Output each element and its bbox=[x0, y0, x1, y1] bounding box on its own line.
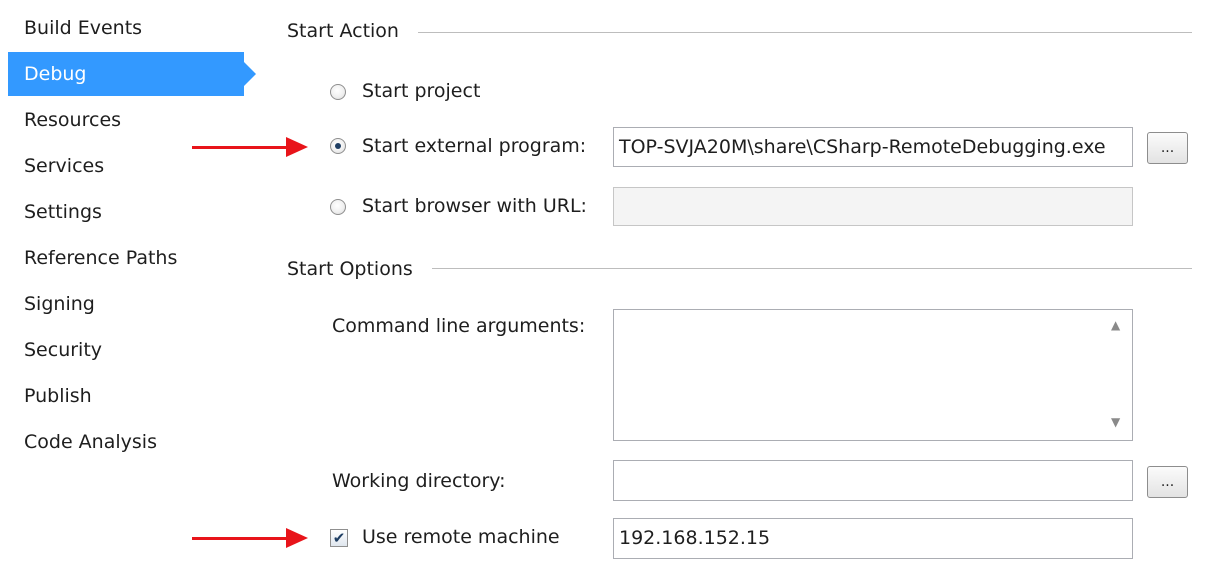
sidebar-item-label: Publish bbox=[24, 385, 92, 407]
start-browser-label[interactable]: Start browser with URL: bbox=[362, 195, 587, 217]
sidebar-item-label: Code Analysis bbox=[24, 431, 157, 453]
sidebar-item-label: Debug bbox=[24, 63, 87, 85]
sidebar-item-code-analysis[interactable]: Code Analysis bbox=[8, 420, 244, 464]
sidebar-item-reference-paths[interactable]: Reference Paths bbox=[8, 236, 244, 280]
sidebar: Build Events Debug Resources Services Se… bbox=[0, 0, 262, 571]
sidebar-item-label: Security bbox=[24, 339, 103, 361]
start-options-heading: Start Options bbox=[287, 258, 413, 280]
external-program-browse-button[interactable]: ... bbox=[1147, 132, 1188, 164]
use-remote-machine-checkbox[interactable]: ✔ bbox=[330, 529, 348, 547]
use-remote-machine-label[interactable]: Use remote machine bbox=[362, 526, 560, 548]
sidebar-item-security[interactable]: Security bbox=[8, 328, 244, 372]
remote-machine-address-input[interactable]: 192.168.152.15 bbox=[613, 518, 1133, 559]
scroll-up-icon[interactable]: ▲ bbox=[1111, 318, 1120, 332]
working-directory-label: Working directory: bbox=[332, 470, 506, 492]
start-browser-radio[interactable] bbox=[330, 199, 346, 215]
sidebar-item-services[interactable]: Services bbox=[8, 144, 244, 188]
start-project-label[interactable]: Start project bbox=[362, 80, 480, 102]
sidebar-item-label: Resources bbox=[24, 109, 122, 131]
start-external-program-label[interactable]: Start external program: bbox=[362, 135, 586, 157]
sidebar-item-label: Services bbox=[24, 155, 105, 177]
sidebar-item-resources[interactable]: Resources bbox=[8, 98, 244, 142]
command-line-arguments-label: Command line arguments: bbox=[332, 315, 586, 337]
radio-selected-dot bbox=[335, 143, 341, 149]
working-directory-browse-button[interactable]: ... bbox=[1147, 466, 1188, 498]
annotation-arrow-head-icon bbox=[286, 137, 308, 157]
sidebar-item-label: Signing bbox=[24, 293, 95, 315]
external-program-path-input[interactable]: TOP-SVJA20M\share\CSharp-RemoteDebugging… bbox=[613, 127, 1133, 167]
start-action-divider bbox=[418, 32, 1192, 33]
annotation-arrow-head-icon bbox=[286, 528, 308, 548]
scroll-down-icon[interactable]: ▼ bbox=[1111, 415, 1120, 429]
sidebar-item-label: Settings bbox=[24, 201, 102, 223]
sidebar-item-settings[interactable]: Settings bbox=[8, 190, 244, 234]
browser-url-input[interactable] bbox=[613, 187, 1133, 226]
command-line-arguments-textarea[interactable] bbox=[613, 309, 1133, 441]
annotation-arrow-line bbox=[192, 146, 287, 149]
sidebar-item-signing[interactable]: Signing bbox=[8, 282, 244, 326]
working-directory-input[interactable] bbox=[613, 460, 1133, 501]
start-options-divider bbox=[432, 268, 1192, 269]
sidebar-item-label: Build Events bbox=[24, 17, 143, 39]
sidebar-item-debug[interactable]: Debug bbox=[8, 52, 256, 96]
sidebar-item-label: Reference Paths bbox=[24, 247, 178, 269]
sidebar-item-build-events[interactable]: Build Events bbox=[8, 6, 244, 50]
start-project-radio[interactable] bbox=[330, 84, 346, 100]
sidebar-item-publish[interactable]: Publish bbox=[8, 374, 244, 418]
start-action-heading: Start Action bbox=[287, 20, 399, 42]
start-external-program-radio[interactable] bbox=[330, 138, 346, 154]
annotation-arrow-line bbox=[192, 537, 287, 540]
